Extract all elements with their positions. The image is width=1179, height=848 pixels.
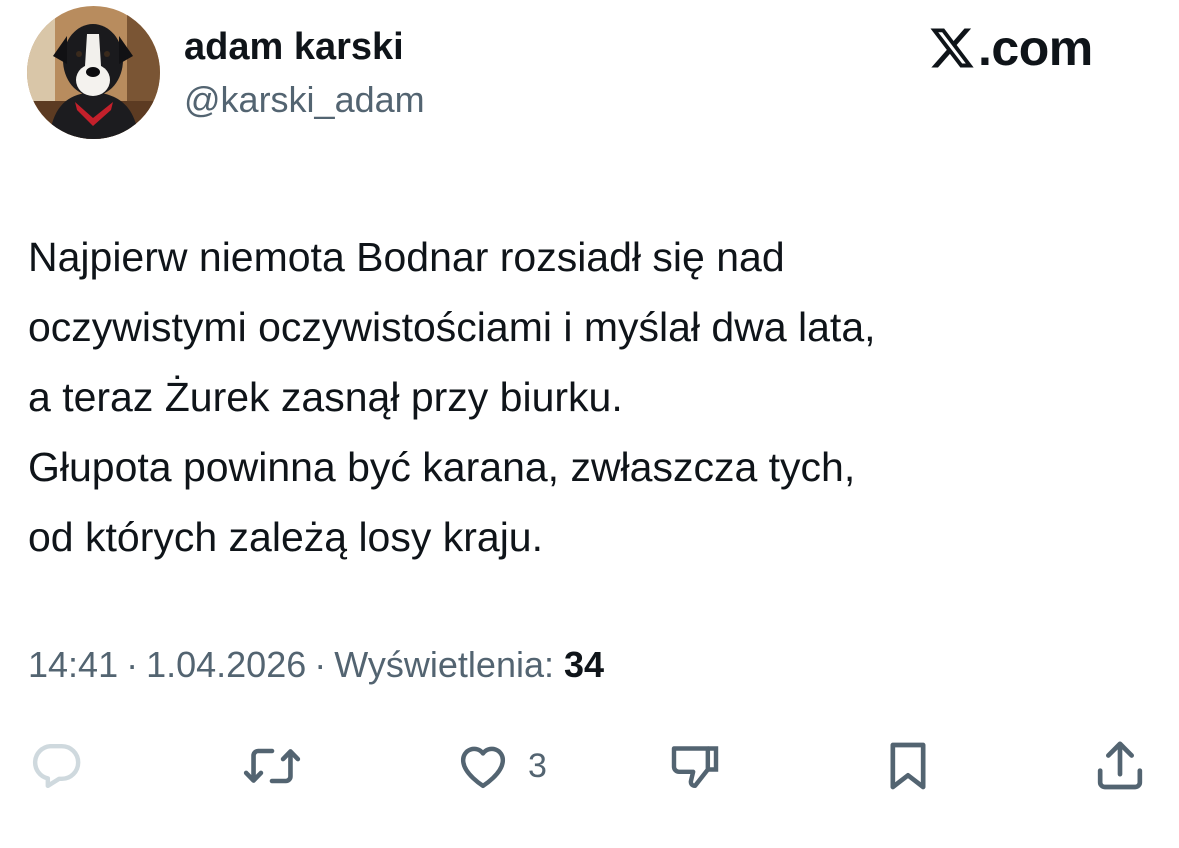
reply-button[interactable] bbox=[28, 738, 84, 794]
views-count: 34 bbox=[564, 644, 605, 685]
tweet-time[interactable]: 14:41 bbox=[28, 644, 118, 685]
dog-avatar bbox=[27, 6, 160, 139]
share-button[interactable] bbox=[1092, 738, 1148, 794]
tweet-text: Najpierw niemota Bodnar rozsiadł się nad… bbox=[28, 222, 1148, 572]
tweet-line: od których zależą losy kraju. bbox=[28, 514, 544, 560]
bookmark-button[interactable] bbox=[880, 738, 936, 794]
tweet-line: Najpierw niemota Bodnar rozsiadł się nad bbox=[28, 234, 785, 280]
meta-separator: · bbox=[126, 644, 139, 685]
avatar[interactable] bbox=[27, 6, 160, 139]
tweet-line: a teraz Żurek zasnął przy biurku. bbox=[28, 374, 623, 420]
repost-icon bbox=[243, 748, 301, 784]
reply-icon bbox=[32, 743, 81, 789]
author-display-name[interactable]: adam karski bbox=[184, 24, 404, 70]
meta-separator: · bbox=[314, 644, 327, 685]
dislike-button[interactable] bbox=[666, 738, 724, 794]
x-logo-icon bbox=[930, 28, 974, 68]
repost-button[interactable] bbox=[242, 738, 302, 794]
share-icon bbox=[1097, 741, 1143, 790]
tweet-line: Głupota powinna być karana, zwłaszcza ty… bbox=[28, 444, 856, 490]
tweet-date[interactable]: 1.04.2026 bbox=[146, 644, 306, 685]
dislike-icon bbox=[671, 746, 719, 789]
views-label: Wyświetlenia: bbox=[334, 644, 554, 685]
author-handle[interactable]: @karski_adam bbox=[184, 78, 425, 122]
like-button[interactable]: 3 bbox=[454, 738, 547, 794]
brand-logo: .com bbox=[928, 20, 1093, 76]
like-count: 3 bbox=[528, 747, 547, 785]
tweet-meta: 14:41 · 1.04.2026 · Wyświetlenia: 34 bbox=[28, 642, 604, 688]
heart-icon bbox=[460, 746, 506, 789]
bookmark-icon bbox=[890, 742, 926, 790]
tweet-line: oczywistymi oczywistościami i myślał dwa… bbox=[28, 304, 876, 350]
brand-text: .com bbox=[978, 20, 1093, 76]
